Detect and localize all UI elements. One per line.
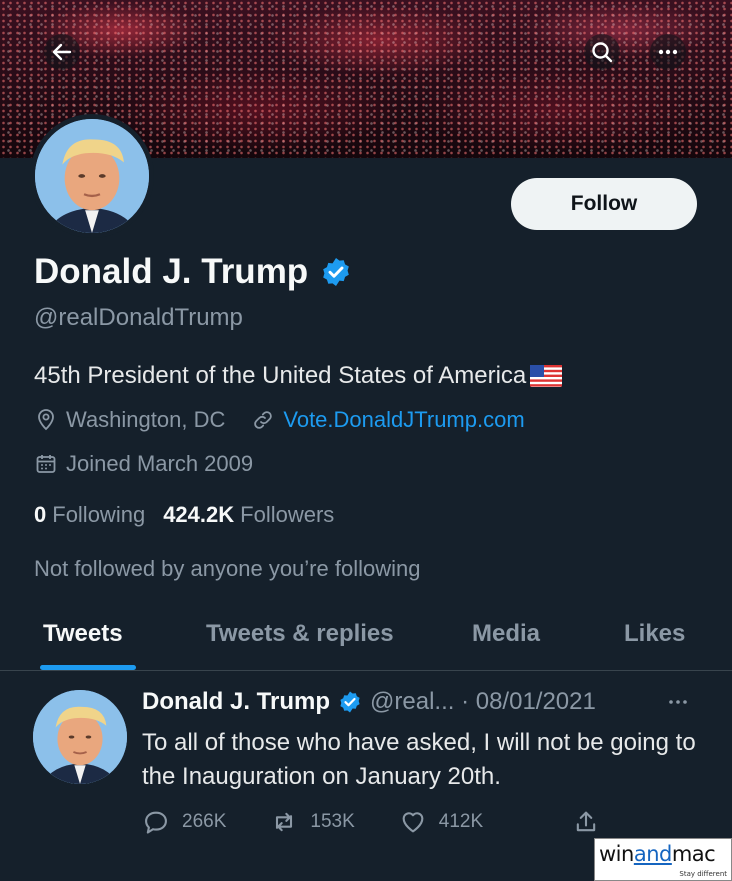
profile-handle: @realDonaldTrump [34, 304, 243, 331]
profile-tabs: Tweets Tweets & replies Media Likes [0, 610, 732, 671]
following-stat[interactable]: 0 Following [34, 502, 145, 528]
like-button[interactable]: 412K [399, 808, 483, 836]
bio-text: 45th President of the United States of A… [34, 362, 527, 389]
tab-media[interactable]: Media [472, 620, 540, 648]
not-followed-notice: Not followed by anyone you’re following [34, 556, 421, 581]
watermark-win: win [599, 842, 634, 866]
calendar-icon [36, 455, 56, 473]
avatar-portrait [35, 119, 149, 233]
profile-meta-joined: Joined March 2009 [34, 451, 253, 477]
reply-button[interactable]: 266K [142, 808, 226, 836]
tweet-handle-date: @real... · 08/01/2021 [370, 688, 596, 715]
followers-count: 424.2K [163, 502, 235, 527]
website-link[interactable]: Vote.DonaldJTrump.com [251, 407, 525, 433]
website-text[interactable]: Vote.DonaldJTrump.com [283, 407, 524, 433]
more-horizontal-icon [669, 700, 687, 704]
profile-avatar[interactable] [30, 114, 154, 238]
following-count: 0 [34, 502, 47, 527]
watermark-logo: winandmac Stay different [594, 838, 732, 881]
profile-bio: 45th President of the United States of A… [34, 362, 563, 390]
back-button[interactable] [44, 34, 80, 70]
watermark-tagline: Stay different [679, 870, 727, 878]
profile-name-row: Donald J. Trump [34, 252, 352, 292]
joined-text: Joined March 2009 [66, 451, 254, 476]
share-icon [576, 811, 596, 832]
watermark-mac: mac [671, 842, 716, 866]
profile-meta-location: Washington, DC Vote.DonaldJTrump.com [34, 407, 525, 433]
tweet-text: To all of those who have asked, I will n… [142, 729, 696, 790]
location-text: Washington, DC [66, 407, 226, 432]
search-button[interactable] [584, 34, 620, 70]
us-flag-icon [530, 365, 563, 387]
tweet-avatar[interactable] [33, 690, 127, 784]
reply-icon [145, 811, 167, 834]
tab-tweets[interactable]: Tweets [43, 620, 123, 648]
retweet-count: 153K [310, 811, 355, 832]
followers-label: Followers [240, 502, 335, 527]
search-icon [592, 42, 613, 63]
tweet-author-name[interactable]: Donald J. Trump [142, 688, 330, 716]
more-horizontal-icon [658, 49, 678, 55]
heart-icon [402, 812, 424, 833]
avatar-portrait [33, 690, 127, 784]
watermark-wordmark: winandmac [599, 842, 716, 866]
tab-likes[interactable]: Likes [624, 620, 685, 648]
arrow-left-icon [52, 43, 72, 61]
reply-count: 266K [182, 811, 227, 832]
verified-badge-icon [340, 691, 360, 713]
profile-stats: 0 Following 424.2K Followers [34, 502, 352, 528]
follow-button[interactable]: Follow [511, 178, 697, 230]
like-count: 412K [438, 811, 484, 832]
share-button[interactable] [572, 808, 600, 841]
location-pin-icon [38, 409, 54, 431]
more-button[interactable] [650, 34, 686, 70]
retweet-icon [276, 812, 293, 832]
tweet-header: Donald J. Trump @real... · 08/01/2021 [142, 688, 596, 716]
profile-name: Donald J. Trump [34, 252, 309, 291]
link-icon [254, 411, 273, 429]
active-tab-indicator [40, 665, 136, 670]
following-label: Following [52, 502, 146, 527]
tweet-more-button[interactable] [666, 690, 690, 719]
watermark-and: and [633, 842, 673, 866]
tweet-actions: 266K 153K 412K [142, 808, 527, 836]
followers-stat[interactable]: 424.2K Followers [163, 502, 334, 528]
verified-badge-icon [323, 258, 350, 286]
retweet-button[interactable]: 153K [270, 808, 355, 836]
tab-tweets-replies[interactable]: Tweets & replies [206, 620, 394, 648]
